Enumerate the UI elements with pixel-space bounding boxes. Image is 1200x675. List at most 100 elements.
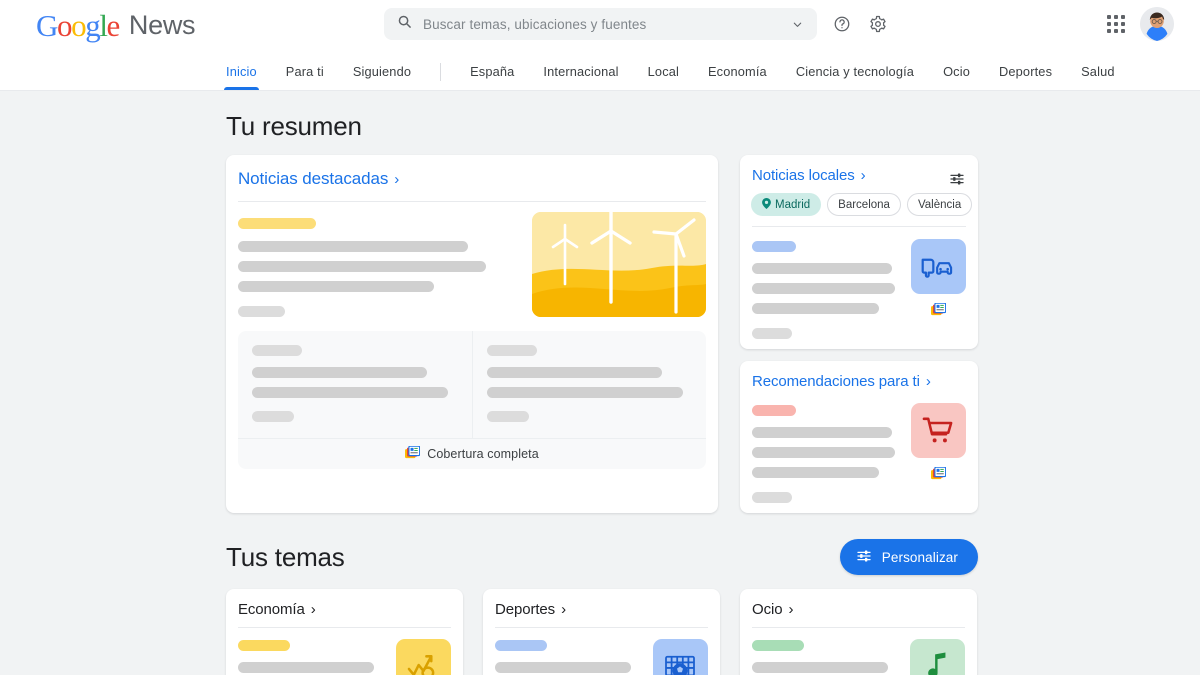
nav-item-deportes[interactable]: Deportes bbox=[999, 64, 1052, 90]
nav-item-para-ti[interactable]: Para ti bbox=[286, 64, 324, 90]
skeleton-text-block bbox=[238, 639, 395, 675]
featured-lead-item[interactable] bbox=[226, 202, 718, 317]
personalize-button[interactable]: Personalizar bbox=[840, 539, 978, 575]
full-coverage-icon[interactable] bbox=[931, 303, 946, 321]
skeleton-line bbox=[252, 367, 427, 378]
chevron-right-icon: › bbox=[394, 172, 399, 187]
logo-letter-o1: o bbox=[57, 8, 71, 43]
city-chip-label: Madrid bbox=[775, 199, 810, 211]
skeleton-text-block bbox=[752, 403, 910, 503]
page-title: Tu resumen bbox=[226, 111, 362, 142]
local-news-title[interactable]: Noticias locales › bbox=[740, 155, 878, 193]
city-chips: Madrid Barcelona València bbox=[740, 193, 978, 216]
city-chip-madrid[interactable]: Madrid bbox=[751, 193, 821, 216]
nav-item-local[interactable]: Local bbox=[648, 64, 679, 90]
traffic-car-icon bbox=[911, 239, 966, 294]
local-news-header: Noticias locales › bbox=[740, 155, 978, 193]
chevron-right-icon: › bbox=[788, 602, 793, 617]
nav-item-salud[interactable]: Salud bbox=[1081, 64, 1114, 90]
chevron-right-icon: › bbox=[926, 374, 931, 389]
skeleton-meta-line bbox=[752, 328, 792, 339]
logo-letter-g2: g bbox=[85, 8, 99, 43]
skeleton-source-tag bbox=[752, 241, 796, 252]
skeleton-line bbox=[238, 281, 434, 292]
full-coverage-icon bbox=[405, 446, 420, 462]
full-coverage-button[interactable]: Cobertura completa bbox=[238, 438, 706, 469]
chevron-down-icon[interactable] bbox=[787, 14, 807, 34]
skeleton-line bbox=[252, 387, 448, 398]
recommendations-thumb-col bbox=[910, 403, 966, 503]
nav-item-ciencia-tecnologia[interactable]: Ciencia y tecnología bbox=[796, 64, 914, 90]
brand-product-name: News bbox=[129, 10, 195, 41]
full-coverage-icon[interactable] bbox=[931, 467, 946, 485]
featured-sub-item[interactable] bbox=[238, 331, 472, 438]
logo-letter-e: e bbox=[107, 8, 119, 43]
nav-item-espana[interactable]: España bbox=[470, 64, 514, 90]
topic-thumb-col bbox=[395, 639, 451, 675]
featured-news-title-text: Noticias destacadas bbox=[238, 169, 388, 189]
topic-title[interactable]: Deportes › bbox=[483, 589, 578, 627]
local-news-item[interactable] bbox=[740, 227, 978, 349]
chevron-right-icon: › bbox=[861, 168, 866, 183]
search-input[interactable] bbox=[423, 17, 787, 32]
skeleton-line bbox=[238, 241, 468, 252]
chart-search-icon bbox=[396, 639, 451, 675]
skeleton-source-tag bbox=[752, 405, 796, 416]
featured-sub-items bbox=[238, 331, 706, 438]
topic-card-deportes: Deportes › bbox=[483, 589, 720, 675]
skeleton-line bbox=[238, 662, 374, 673]
featured-news-title[interactable]: Noticias destacadas › bbox=[226, 155, 415, 201]
topic-item[interactable] bbox=[740, 628, 977, 675]
topic-item[interactable] bbox=[483, 628, 720, 675]
search-icon bbox=[397, 14, 412, 34]
topic-title[interactable]: Economía › bbox=[226, 589, 328, 627]
tune-sliders-icon[interactable] bbox=[944, 166, 970, 192]
local-news-card: Noticias locales › bbox=[740, 155, 978, 349]
skeleton-meta-line bbox=[238, 306, 285, 317]
google-news-logo[interactable]: Google News bbox=[36, 8, 195, 41]
avatar[interactable] bbox=[1140, 7, 1174, 41]
topic-item[interactable] bbox=[226, 628, 463, 675]
apps-grid-icon[interactable] bbox=[1098, 6, 1134, 42]
recommendations-item[interactable] bbox=[740, 399, 978, 513]
help-icon[interactable] bbox=[829, 11, 855, 37]
skeleton-source-tag bbox=[495, 640, 547, 651]
featured-news-card: Noticias destacadas › bbox=[226, 155, 718, 513]
search-bar[interactable] bbox=[384, 8, 817, 40]
skeleton-source-tag bbox=[487, 345, 537, 356]
chevron-right-icon: › bbox=[561, 602, 566, 617]
gear-icon[interactable] bbox=[865, 11, 891, 37]
header-top-bar: Google News bbox=[0, 0, 1200, 48]
app-header: Google News bbox=[0, 0, 1200, 91]
nav-item-economia[interactable]: Economía bbox=[708, 64, 767, 90]
chevron-right-icon: › bbox=[311, 602, 316, 617]
nav-item-internacional[interactable]: Internacional bbox=[543, 64, 618, 90]
featured-sub-item[interactable] bbox=[472, 331, 707, 438]
recommendations-title[interactable]: Recomendaciones para ti › bbox=[740, 361, 943, 399]
city-chip-barcelona[interactable]: Barcelona bbox=[827, 193, 901, 216]
header-action-icons bbox=[829, 11, 891, 37]
side-cards-column: Noticias locales › bbox=[740, 155, 978, 513]
skeleton-line bbox=[487, 367, 662, 378]
nav-item-inicio[interactable]: Inicio bbox=[226, 64, 257, 90]
topic-title[interactable]: Ocio › bbox=[740, 589, 805, 627]
nav-item-siguiendo[interactable]: Siguiendo bbox=[353, 64, 411, 90]
city-chip-valencia[interactable]: València bbox=[907, 193, 972, 216]
local-news-thumb-col bbox=[910, 239, 966, 339]
summary-section-header: Tu resumen bbox=[226, 91, 978, 142]
recommendations-card: Recomendaciones para ti › bbox=[740, 361, 978, 513]
topic-title-text: Deportes bbox=[495, 601, 555, 618]
skeleton-line bbox=[752, 427, 892, 438]
shopping-cart-icon bbox=[911, 403, 966, 458]
skeleton-source-tag bbox=[238, 640, 290, 651]
topics-section-header: Tus temas Personalizar bbox=[226, 513, 978, 575]
search-box[interactable] bbox=[384, 8, 817, 40]
local-news-title-text: Noticias locales bbox=[752, 167, 855, 184]
content-column: Tu resumen Noticias destacadas › bbox=[226, 91, 978, 675]
topics-title: Tus temas bbox=[226, 542, 345, 573]
topic-thumb-col bbox=[652, 639, 708, 675]
logo-letter-l: l bbox=[99, 8, 106, 43]
nav-item-ocio[interactable]: Ocio bbox=[943, 64, 970, 90]
logo-letter-o2: o bbox=[71, 8, 85, 43]
skeleton-source-tag bbox=[252, 345, 302, 356]
